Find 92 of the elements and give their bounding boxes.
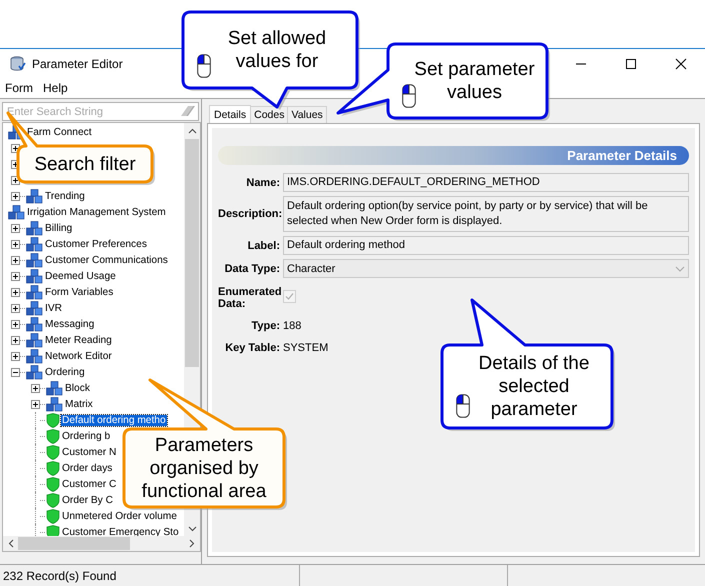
expander-icon[interactable] <box>11 256 20 264</box>
horizontal-scrollbar[interactable] <box>2 536 201 552</box>
database-icon <box>10 56 26 72</box>
expander-icon[interactable] <box>31 400 40 408</box>
maximize-icon[interactable] <box>625 58 637 70</box>
tree-item[interactable]: Irrigation Management System <box>26 206 167 218</box>
field-label: Description: <box>218 208 280 220</box>
tree-item[interactable]: Trending <box>44 190 86 202</box>
cubes-icon <box>26 236 43 252</box>
expander-icon[interactable] <box>11 304 20 312</box>
tree-item[interactable]: IVR <box>44 302 63 314</box>
tree-item[interactable]: Deemed Usage <box>44 270 117 282</box>
expander-icon[interactable] <box>11 288 20 296</box>
shield-icon <box>46 412 60 428</box>
callout-text: Details of the selected parameter <box>478 352 590 421</box>
expander-icon[interactable] <box>11 144 20 152</box>
cubes-icon <box>26 300 43 316</box>
cubes-icon <box>26 188 43 204</box>
field-value: SYSTEM <box>283 342 330 354</box>
shield-icon <box>46 460 60 476</box>
shield-icon <box>46 476 60 492</box>
expander-icon[interactable] <box>11 224 20 232</box>
close-icon[interactable] <box>675 58 687 70</box>
field-label: Type: <box>250 320 280 332</box>
cubes-icon <box>26 268 43 284</box>
scroll-up-icon[interactable] <box>188 128 196 134</box>
field-value: 188 <box>283 320 302 332</box>
menu-item[interactable]: Form <box>5 81 33 95</box>
tree-item[interactable]: Matrix <box>64 398 94 410</box>
dropdown[interactable]: Character <box>283 259 689 278</box>
cubes-icon <box>46 380 63 396</box>
tree-item[interactable]: Form Variables <box>44 286 114 298</box>
tree-item[interactable]: Block <box>64 382 91 394</box>
expander-icon[interactable] <box>11 352 20 360</box>
section-header: Parameter Details <box>218 146 689 165</box>
shield-icon <box>46 444 60 460</box>
tree-item[interactable]: Unmetered Order volume <box>61 510 178 522</box>
text-area[interactable]: Default ordering option(by service point, by party or by service) that will be selected when New Order form is displayed. <box>283 196 689 232</box>
cubes-icon <box>26 348 43 364</box>
status-text: 232 Record(s) Found <box>0 565 300 586</box>
field-label: Key Table: <box>224 342 280 354</box>
scroll-left-icon[interactable] <box>8 539 14 548</box>
tree-item[interactable]: Ordering <box>44 366 86 378</box>
expander-icon[interactable] <box>11 368 20 376</box>
tree-item[interactable]: Order days <box>61 462 114 474</box>
menu-item[interactable]: Help <box>43 81 68 95</box>
scroll-right-icon[interactable] <box>189 539 195 548</box>
tree-item[interactable]: Billing <box>44 222 74 234</box>
cubes-icon <box>26 220 43 236</box>
field-label: Label: <box>246 240 280 252</box>
shield-icon <box>46 524 60 536</box>
callout-text: Parameters organised by functional area <box>142 434 266 502</box>
tab[interactable]: Values <box>287 106 327 123</box>
cubes-icon <box>26 252 43 268</box>
text-field[interactable]: Default ordering method <box>283 236 689 255</box>
tree-item[interactable]: Order By C <box>61 494 114 506</box>
cubes-icon <box>46 396 63 412</box>
cubes-icon <box>8 204 25 220</box>
expander-icon[interactable] <box>11 320 20 328</box>
tree-item[interactable]: Farm Connect <box>26 126 93 138</box>
window-title: Parameter Editor <box>32 56 123 70</box>
shield-icon <box>46 508 60 524</box>
tree-item[interactable]: Meter Reading <box>44 334 113 346</box>
scroll-down-icon[interactable] <box>188 526 196 532</box>
tree-item[interactable]: Customer Preferences <box>44 238 148 250</box>
callout-text: Set parameter values <box>414 58 535 104</box>
tree-item[interactable]: Customer N <box>61 446 118 458</box>
field-label: Data Type: <box>224 262 280 274</box>
cubes-icon <box>26 316 43 332</box>
callout-text: Set allowed values for <box>228 27 326 73</box>
tab[interactable]: Details <box>209 105 252 123</box>
checkbox[interactable] <box>283 290 296 302</box>
tree-item[interactable]: Customer C <box>61 478 118 490</box>
cubes-icon <box>26 364 43 380</box>
field-label: Enumerated Data: <box>218 286 280 310</box>
cubes-icon <box>26 284 43 300</box>
field-label: Name: <box>245 176 280 188</box>
expander-icon[interactable] <box>11 272 20 280</box>
tree-item[interactable]: Ordering b <box>61 430 112 442</box>
callout-text: Search filter <box>34 152 136 176</box>
tree-item[interactable]: Default ordering metho <box>61 414 167 426</box>
expander-icon[interactable] <box>11 336 20 344</box>
cubes-icon <box>26 332 43 348</box>
shield-icon <box>46 492 60 508</box>
tree-item[interactable]: Customer Communications <box>44 254 169 266</box>
expander-icon[interactable] <box>31 384 40 392</box>
expander-icon[interactable] <box>11 240 20 248</box>
text-field[interactable]: IMS.ORDERING.DEFAULT_ORDERING_METHOD <box>283 173 689 192</box>
expander-icon[interactable] <box>11 192 20 200</box>
shield-icon <box>46 428 60 444</box>
tree-item[interactable]: Network Editor <box>44 350 113 362</box>
tree-item[interactable]: Messaging <box>44 318 96 330</box>
